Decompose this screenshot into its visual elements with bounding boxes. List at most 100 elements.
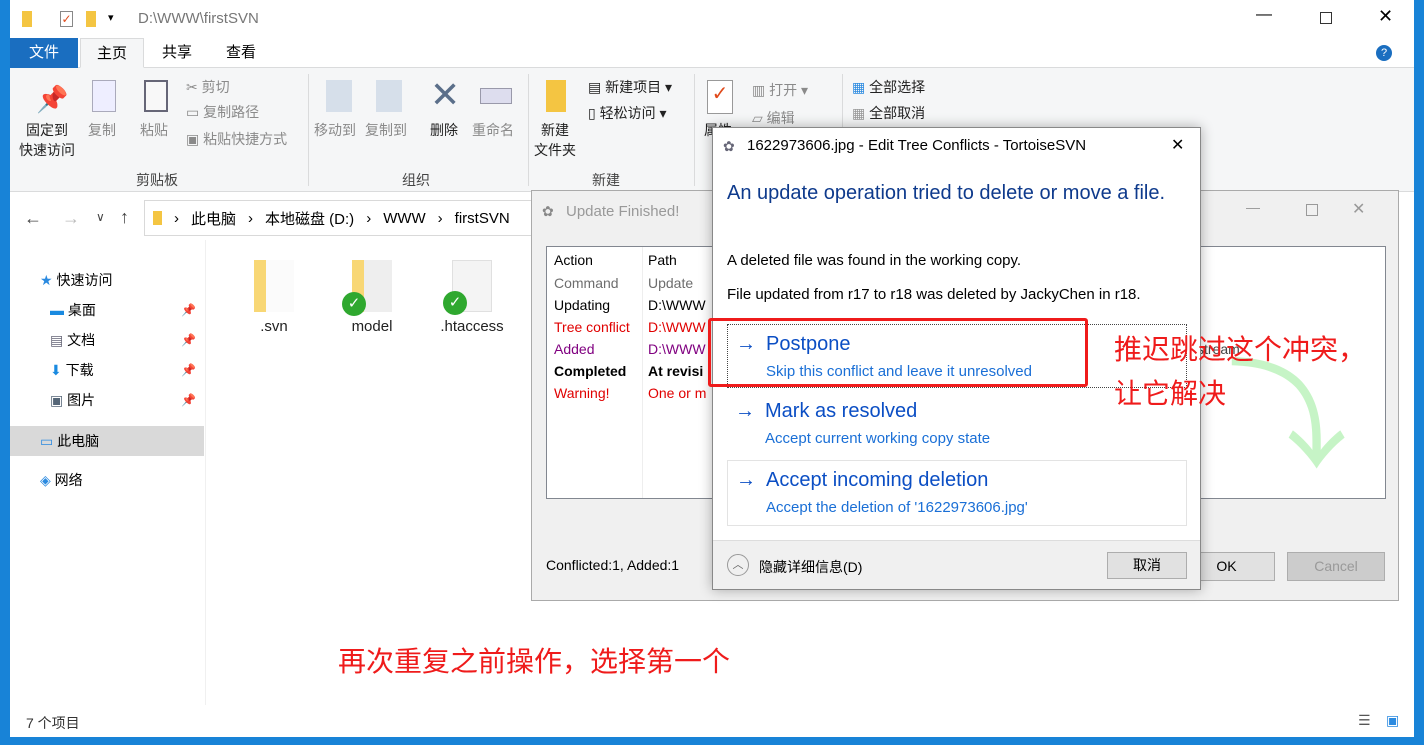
close-button[interactable]: ✕ [1352, 199, 1365, 219]
minimize-button[interactable]: — [1256, 6, 1272, 24]
tortoisesvn-icon: ✿ [542, 203, 554, 219]
row-action: Completed [554, 363, 627, 379]
forward-button[interactable]: → [62, 208, 80, 229]
conflict-heading: An update operation tried to delete or m… [727, 182, 1166, 204]
divider [528, 74, 529, 186]
tab-home[interactable]: 主页 [80, 38, 145, 68]
cancel-button[interactable]: 取消 [1107, 552, 1187, 579]
copy-path-button[interactable]: ▭ 复制路径 [186, 102, 259, 122]
star-icon: ★ [40, 272, 53, 288]
column-header-path[interactable]: Path [648, 252, 677, 268]
file-name: .svn [260, 318, 288, 335]
nav-quick-access[interactable]: ★ 快速访问 [10, 266, 204, 294]
delete-button[interactable]: 删除 [430, 120, 458, 140]
pin-icon[interactable]: 📌 [181, 356, 196, 384]
copy-to-icon [376, 80, 402, 112]
dialog-footer: ︿ 隐藏详细信息(D) 取消 [713, 540, 1200, 589]
copy-button[interactable]: 复制 [88, 120, 116, 140]
nav-label: 下载 [65, 362, 94, 378]
large-icons-view-button[interactable]: ▣ [1386, 712, 1399, 729]
easy-access-button[interactable]: ▯ 轻松访问 ▾ [588, 103, 667, 123]
close-button[interactable]: ✕ [1171, 135, 1184, 155]
conflict-description: A deleted file was found in the working … [727, 252, 1022, 269]
minimize-button[interactable]: — [1246, 199, 1260, 215]
column-header-action[interactable]: Action [554, 252, 593, 268]
nav-label: 网络 [54, 472, 83, 488]
navigation-pane: ★ 快速访问 ▬ 桌面 📌 ▤ 文档 📌 ⬇ 下载 📌 ▣ 图片 📌 ▭ 此电脑 ◈ 网… [10, 240, 206, 705]
breadcrumb-www[interactable]: WWW [383, 210, 425, 227]
tab-share[interactable]: 共享 [146, 38, 208, 68]
hide-details-label[interactable]: 隐藏详细信息(D) [759, 557, 862, 577]
annotation-side-line1: 推迟跳过这个冲突， [1114, 334, 1367, 365]
ribbon-tabs: 文件 主页 共享 查看 ? [10, 38, 1414, 68]
annotation-highlight-box [708, 318, 1088, 387]
paste-shortcut-button[interactable]: ▣ 粘贴快捷方式 [186, 129, 287, 149]
nav-desktop[interactable]: ▬ 桌面 📌 [10, 296, 204, 324]
file-item[interactable]: ✓ .htaccess [432, 260, 512, 335]
file-item[interactable]: .svn [234, 260, 314, 335]
select-all-button[interactable]: ▦ 全部选择 [852, 77, 925, 97]
file-item[interactable]: ✓ model [332, 260, 412, 335]
nav-downloads[interactable]: ⬇ 下载 📌 [10, 356, 204, 384]
nav-label: 快速访问 [56, 272, 113, 288]
collapse-details-button[interactable]: ︿ [727, 554, 749, 576]
delete-icon: ✕ [430, 74, 461, 115]
help-icon[interactable]: ? [1376, 45, 1392, 61]
move-to-button[interactable]: 移动到 [314, 120, 356, 140]
breadcrumb-this-pc[interactable]: 此电脑 [191, 208, 236, 229]
pin-icon[interactable]: 📌 [181, 386, 196, 414]
nav-label: 桌面 [67, 302, 96, 318]
recent-dropdown[interactable]: ∨ [96, 210, 105, 224]
folder-icon [254, 260, 294, 312]
close-button[interactable]: ✕ [1378, 6, 1393, 27]
new-folder-button[interactable]: 新建 文件夹 [534, 120, 576, 160]
copy-icon [92, 80, 116, 112]
row-action: Updating [554, 297, 611, 313]
svn-normal-overlay-icon: ✓ [443, 291, 467, 315]
up-button[interactable]: ↑ [120, 207, 129, 228]
folder-icon: ✓ [342, 260, 392, 316]
nav-pictures[interactable]: ▣ 图片 📌 [10, 386, 204, 414]
network-icon: ◈ [40, 472, 51, 488]
tab-view[interactable]: 查看 [210, 38, 272, 68]
tab-file[interactable]: 文件 [10, 38, 78, 68]
pin-icon[interactable]: 📌 [181, 326, 196, 354]
group-organize-label: 组织 [402, 172, 430, 188]
folder-icon [153, 211, 162, 225]
paste-button[interactable]: 粘贴 [140, 120, 168, 140]
nav-documents[interactable]: ▤ 文档 📌 [10, 326, 204, 354]
cut-button[interactable]: ✂ 剪切 [186, 77, 230, 97]
move-to-icon [326, 80, 352, 112]
pin-icon[interactable]: 📌 [181, 296, 196, 324]
breadcrumb-firstsvn[interactable]: firstSVN [455, 210, 510, 227]
breadcrumb-sep: › [174, 209, 179, 227]
copy-to-button[interactable]: 复制到 [365, 120, 407, 140]
open-button[interactable]: ▥ 打开 ▾ [752, 80, 808, 100]
rename-button[interactable]: 重命名 [472, 120, 514, 140]
maximize-button[interactable] [1320, 12, 1332, 24]
row-path: At revisi [648, 363, 704, 379]
address-bar[interactable]: › 此电脑 › 本地磁盘 (D:) › WWW › firstSVN [144, 200, 544, 236]
cancel-button[interactable]: Cancel [1287, 552, 1385, 581]
pin-quick-access-button[interactable]: 固定到 快速访问 [16, 120, 78, 160]
title-bar: ✓ ▾ D:\WWW\firstSVN — ✕ [10, 0, 1414, 38]
details-view-button[interactable]: ☰ [1358, 712, 1371, 729]
customize-dropdown-icon[interactable]: ▾ [108, 11, 114, 24]
row-action: Tree conflict [554, 319, 630, 335]
pictures-icon: ▣ [50, 392, 64, 408]
properties-quick-icon[interactable]: ✓ [60, 11, 73, 27]
accept-incoming-deletion-option[interactable]: → Accept incoming deletion Accept the de… [727, 460, 1187, 526]
edit-button[interactable]: ▱ 编辑 [752, 108, 795, 128]
annotation-side-line2: 让它解决 [1114, 378, 1227, 409]
new-item-button[interactable]: ▤ 新建项目 ▾ [588, 77, 672, 97]
status-bar: 7 个项目 ☰ ▣ [10, 708, 1414, 737]
conflict-detail: File updated from r17 to r18 was deleted… [727, 286, 1141, 303]
back-button[interactable]: ← [24, 208, 42, 229]
cut-label: 剪切 [201, 79, 230, 95]
nav-network[interactable]: ◈ 网络 [10, 466, 204, 494]
breadcrumb-drive[interactable]: 本地磁盘 (D:) [265, 208, 354, 229]
nav-this-pc[interactable]: ▭ 此电脑 [10, 426, 204, 456]
select-none-button[interactable]: ▦ 全部取消 [852, 103, 925, 123]
new-folder-quick-icon[interactable] [86, 11, 96, 27]
maximize-button[interactable] [1306, 204, 1318, 216]
